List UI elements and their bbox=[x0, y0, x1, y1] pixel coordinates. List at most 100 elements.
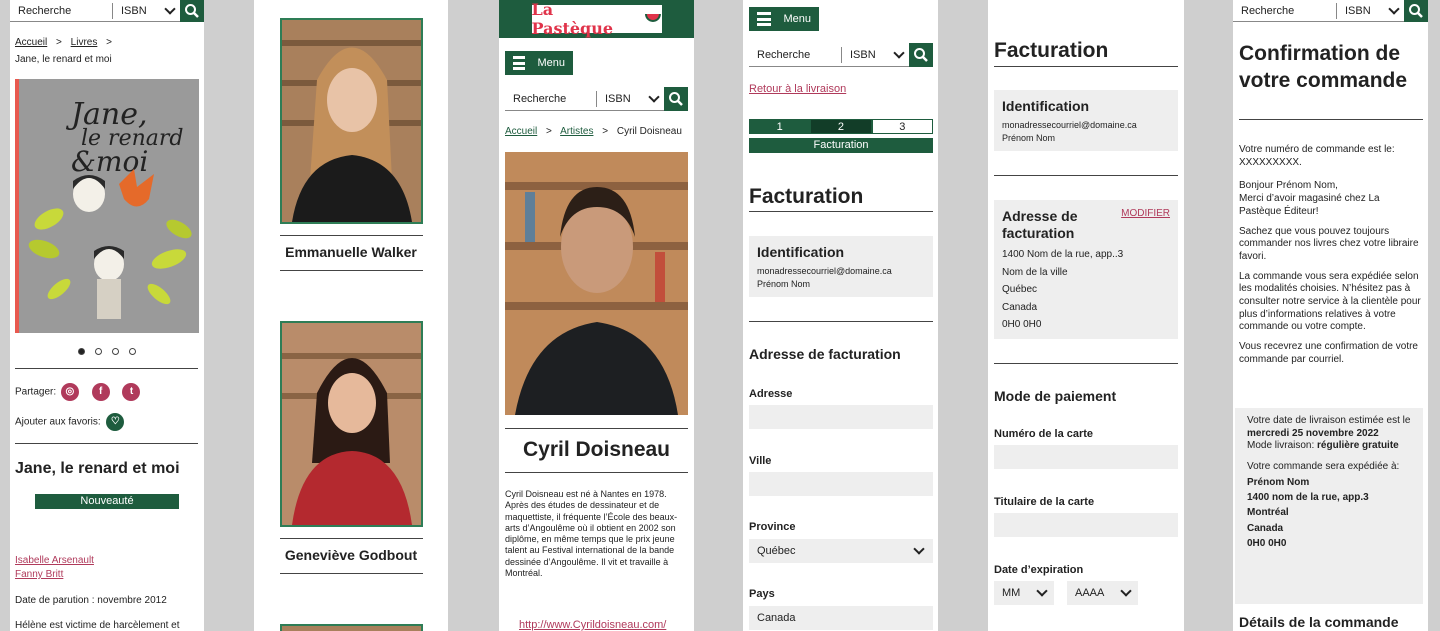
breadcrumb-home[interactable]: Accueil bbox=[15, 37, 47, 48]
step-3[interactable]: 3 bbox=[871, 119, 933, 134]
info-paragraph: La commande vous sera expédiée selon les… bbox=[1239, 270, 1421, 333]
step-1[interactable]: 1 bbox=[749, 119, 811, 134]
instagram-icon[interactable]: ◎ bbox=[60, 383, 79, 401]
portrait-woman-brunette bbox=[282, 323, 421, 525]
city-field[interactable] bbox=[749, 472, 933, 496]
billing-heading: Facturation bbox=[749, 185, 864, 208]
search-button[interactable] bbox=[1404, 0, 1428, 22]
expiry-month-value: MM bbox=[1002, 587, 1021, 599]
carousel-dot[interactable] bbox=[78, 348, 85, 355]
artist-name[interactable]: Geneviève Godbout bbox=[254, 547, 448, 563]
step-2[interactable]: 2 bbox=[810, 119, 872, 134]
panel-order-confirmation: Recherche ISBN Confirmation de votre com… bbox=[1233, 0, 1428, 631]
search-input[interactable]: Recherche bbox=[505, 93, 596, 105]
breadcrumb-books[interactable]: Livres bbox=[71, 37, 98, 48]
modify-link[interactable]: MODIFIER bbox=[1121, 208, 1170, 219]
twitter-icon[interactable]: t bbox=[122, 383, 141, 401]
breadcrumb-sep: > bbox=[602, 126, 609, 137]
expiry-label: Date d’expiration bbox=[994, 564, 1084, 576]
chevron-down-icon bbox=[1120, 585, 1132, 597]
fav-label: Ajouter aux favoris: bbox=[15, 416, 101, 428]
menu-button[interactable]: Menu bbox=[505, 51, 573, 75]
artist-website-link[interactable]: http://www.Cyrildoisneau.com/ bbox=[519, 619, 666, 631]
isbn-label: ISBN bbox=[605, 92, 631, 105]
city-label: Ville bbox=[749, 455, 772, 467]
isbn-label: ISBN bbox=[121, 4, 147, 17]
identification-title: Identification bbox=[1002, 98, 1090, 114]
carousel-dots[interactable] bbox=[10, 342, 204, 360]
identification-card: Identification monadressecourriel@domain… bbox=[749, 236, 933, 297]
breadcrumb-artists[interactable]: Artistes bbox=[560, 126, 593, 137]
search-input[interactable]: Recherche bbox=[1233, 5, 1336, 17]
carousel-dot[interactable] bbox=[95, 348, 102, 355]
isbn-select[interactable]: ISBN bbox=[1336, 2, 1404, 19]
artist-name[interactable]: Emmanuelle Walker bbox=[254, 244, 448, 260]
search-input[interactable]: Recherche bbox=[10, 5, 112, 17]
search-button[interactable] bbox=[909, 42, 933, 67]
hamburger-icon bbox=[757, 12, 772, 26]
card-number-field[interactable] bbox=[994, 445, 1178, 469]
step-label: Facturation bbox=[749, 138, 933, 153]
chevron-down-icon bbox=[648, 90, 660, 103]
estimated-date-value: mercredi 25 novembre 2022 bbox=[1247, 427, 1379, 439]
author-link[interactable]: Isabelle Arsenault bbox=[15, 555, 94, 566]
isbn-select[interactable]: ISBN bbox=[112, 2, 180, 19]
step-indicator: 1 2 3 bbox=[749, 119, 933, 134]
country-field[interactable]: Canada bbox=[749, 606, 933, 630]
search-bar: Recherche ISBN bbox=[505, 86, 688, 111]
author-link[interactable]: Fanny Britt bbox=[15, 569, 63, 580]
name-value: Prénom Nom bbox=[1002, 133, 1056, 143]
search-input[interactable]: Recherche bbox=[749, 49, 841, 61]
estimated-date: Votre date de livraison estimée est le m… bbox=[1247, 415, 1411, 440]
portrait-man bbox=[505, 152, 688, 415]
breadcrumb-home[interactable]: Accueil bbox=[505, 126, 537, 137]
facebook-icon[interactable]: f bbox=[91, 383, 110, 401]
artist-name: Cyril Doisneau bbox=[522, 438, 671, 461]
address-field[interactable] bbox=[749, 405, 933, 429]
divider bbox=[280, 270, 423, 271]
menu-button[interactable]: Menu bbox=[749, 7, 819, 31]
divider bbox=[1239, 119, 1423, 120]
isbn-label: ISBN bbox=[1345, 4, 1371, 17]
search-button[interactable] bbox=[180, 0, 204, 22]
divider bbox=[749, 211, 933, 212]
carousel-dot[interactable] bbox=[112, 348, 119, 355]
artist-photo[interactable] bbox=[280, 321, 423, 527]
ship-to-label: Votre commande sera expédiée à: bbox=[1247, 460, 1400, 472]
book-title: Jane, le renard et moi bbox=[15, 460, 180, 477]
artist-photo[interactable] bbox=[280, 18, 423, 224]
search-button[interactable] bbox=[664, 86, 688, 111]
heart-icon[interactable]: ♡ bbox=[106, 413, 125, 431]
estimated-date-label: Votre date de livraison estimée est le bbox=[1247, 415, 1411, 426]
billing-heading: Facturation bbox=[994, 39, 1109, 62]
breadcrumb-current: Cyril Doisneau bbox=[616, 126, 682, 137]
isbn-select[interactable]: ISBN bbox=[596, 90, 664, 107]
breadcrumb: Accueil > Livres > bbox=[15, 37, 204, 48]
delivery-summary: Votre date de livraison estimée est le m… bbox=[1235, 408, 1423, 604]
watermelon-icon bbox=[644, 14, 661, 22]
logo[interactable]: La Pastèque bbox=[531, 0, 662, 38]
book-description: Hélène est victime de harcèlement et d’i… bbox=[15, 620, 180, 631]
divider bbox=[749, 321, 933, 322]
card-holder-field[interactable] bbox=[994, 513, 1178, 537]
artist-photo[interactable] bbox=[280, 624, 423, 631]
search-icon bbox=[185, 3, 199, 18]
card-holder-label: Titulaire de la carte bbox=[994, 496, 1095, 508]
divider bbox=[280, 573, 423, 574]
chevron-down-icon bbox=[164, 2, 176, 15]
province-select[interactable]: Québec bbox=[749, 539, 933, 563]
address-line: Québec bbox=[1002, 284, 1038, 296]
panel-artist-detail: La Pastèque Menu Recherche ISBN Accueil … bbox=[499, 0, 694, 631]
portrait-woman-blonde bbox=[282, 20, 421, 222]
expiry-year-select[interactable]: AAAA bbox=[1067, 581, 1138, 605]
book-cover[interactable]: Jane, le renard &moi bbox=[15, 79, 199, 333]
back-to-shipping-link[interactable]: Retour à la livraison bbox=[749, 83, 846, 95]
expiry-month-select[interactable]: MM bbox=[994, 581, 1054, 605]
divider bbox=[994, 175, 1178, 176]
order-details-heading: Détails de la commande bbox=[1239, 614, 1399, 630]
carousel-dot[interactable] bbox=[129, 348, 136, 355]
publish-date: Date de parution : novembre 2012 bbox=[15, 595, 167, 606]
address-label: Adresse bbox=[749, 388, 793, 400]
isbn-select[interactable]: ISBN bbox=[841, 46, 909, 63]
search-icon bbox=[1409, 3, 1423, 18]
